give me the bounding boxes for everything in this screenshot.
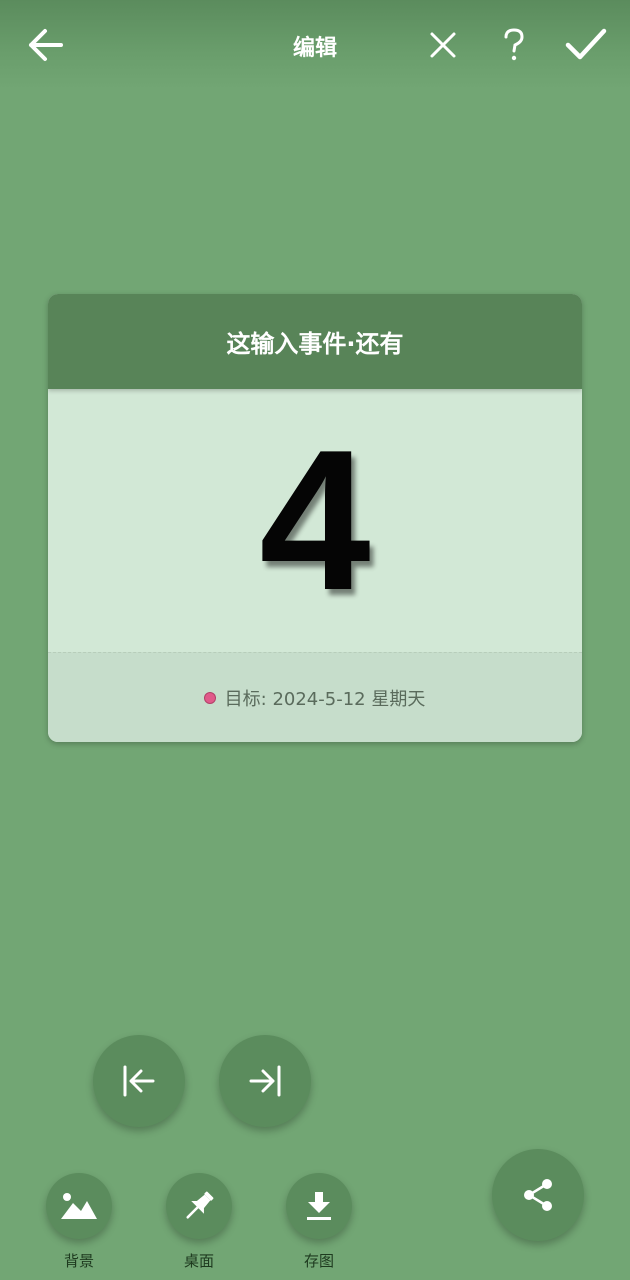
card-footer: 目标: 2024-5-12 星期天 [48,652,582,742]
confirm-button[interactable] [563,22,609,68]
skip-to-start-icon [123,1065,155,1097]
download-icon [307,1192,331,1220]
share-button[interactable] [492,1149,584,1241]
skip-to-end-button[interactable] [219,1035,311,1127]
close-button[interactable] [420,22,466,68]
help-button[interactable] [491,22,537,68]
save-image-tool-label: 存图 [303,1252,334,1270]
pin-icon [186,1191,214,1219]
background-tool-button[interactable] [46,1173,112,1239]
help-icon [504,28,524,61]
share-icon [524,1179,552,1211]
desktop-tool-label: 桌面 [183,1252,214,1270]
image-icon [61,1193,97,1219]
card-body: 4 [48,389,582,652]
skip-to-end-icon [249,1065,281,1097]
countdown-card[interactable]: 这输入事件·还有 4 目标: 2024-5-12 星期天 [48,294,582,742]
card-title: 这输入事件·还有 [48,294,582,389]
save-image-tool-button[interactable] [286,1173,352,1239]
close-icon [430,32,456,58]
check-icon [565,28,607,60]
skip-to-start-button[interactable] [93,1035,185,1127]
background-tool-label: 背景 [63,1252,94,1270]
status-dot-icon [204,693,215,703]
target-date: 目标: 2024-5-12 星期天 [224,689,426,710]
desktop-tool-button[interactable] [166,1173,232,1239]
days-count: 4 [259,408,371,632]
